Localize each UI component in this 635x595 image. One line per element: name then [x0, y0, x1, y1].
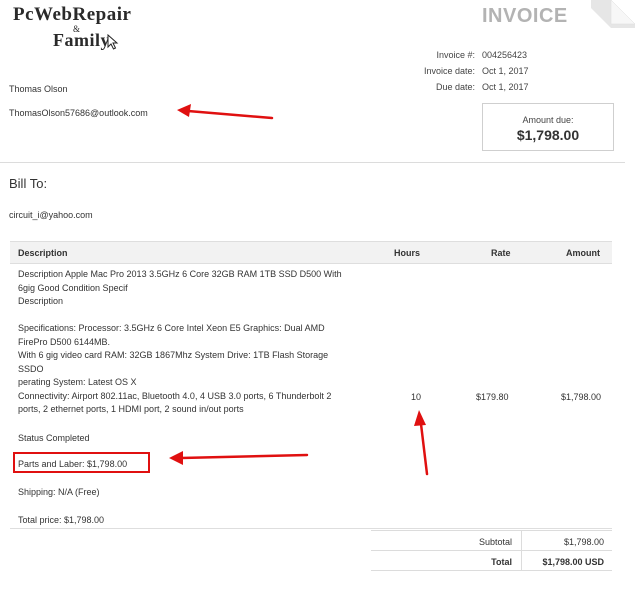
invoice-meta-labels: Invoice #: Invoice date: Due date: — [380, 47, 475, 95]
sender-email: ThomasOlson57686@outlook.com — [9, 108, 148, 118]
description-line: SSDO — [18, 363, 44, 374]
sender-name: Thomas Olson — [9, 84, 68, 94]
description-line: 6gig Good Condition Specif — [18, 282, 128, 293]
amount-due-box: Amount due: $1,798.00 — [482, 103, 614, 151]
invoice-date-label: Invoice date: — [423, 66, 475, 76]
item-amount: $1,798.00 — [561, 392, 602, 402]
description-line: ports, 2 ethernet ports, 1 HDMI port, 2 … — [18, 404, 244, 414]
invoice-date-value: Oct 1, 2017 — [482, 66, 529, 76]
parts-and-labor: Parts and Laber: $1,798.00 — [18, 459, 128, 469]
section-divider — [0, 162, 625, 163]
description-line: Description Apple Mac Pro 2013 3.5GHz 6 … — [18, 269, 342, 279]
item-status: Status Completed — [18, 433, 90, 443]
description-line: Connectivity: Airport 802.11ac, Bluetoot… — [18, 390, 332, 401]
company-logo: PcWebRepair & Family — [13, 4, 173, 56]
bill-to-heading: Bill To: — [9, 176, 48, 191]
item-hours: 10 — [411, 392, 422, 402]
subtotal-value: $1,798.00 — [563, 537, 604, 547]
invoice-meta-values: 004256423 Oct 1, 2017 Oct 1, 2017 — [482, 47, 582, 95]
invoice-title: INVOICE — [482, 5, 568, 27]
column-header-amount: Amount — [566, 248, 600, 258]
logo-line-1: PcWebRepair — [13, 4, 132, 25]
total-price-line: Total price: $1,798.00 — [18, 515, 105, 525]
column-header-description: Description — [18, 248, 68, 258]
due-date-value: Oct 1, 2017 — [482, 82, 529, 92]
items-table-bottom-border — [10, 528, 612, 529]
total-label: Total — [491, 557, 512, 567]
logo-line-2: Family — [53, 30, 110, 50]
bill-to-email: circuit_i@yahoo.com — [9, 210, 93, 220]
description-line: perating System: Latest OS X — [18, 377, 137, 387]
amount-due-value: $1,798.00 — [516, 127, 580, 143]
column-header-hours: Hours — [394, 248, 421, 258]
invoice-number-value: 004256423 — [482, 50, 528, 60]
total-row: Total $1,798.00 USD — [371, 551, 612, 571]
totals-column-separator — [521, 551, 522, 570]
shipping-line: Shipping: N/A (Free) — [18, 487, 100, 497]
description-line: Specifications: Processor: 3.5GHz 6 Core… — [18, 323, 325, 333]
totals-column-separator — [521, 531, 522, 550]
mouse-cursor-icon — [107, 34, 119, 50]
column-header-rate: Rate — [491, 248, 511, 258]
description-line: Description — [18, 296, 64, 306]
page-corner-fold — [591, 0, 635, 28]
description-line: With 6 gig video card RAM: 32GB 1867Mhz … — [18, 350, 329, 360]
red-arrow-email-icon — [177, 104, 274, 120]
items-table-header: Description Hours Rate Amount — [10, 241, 612, 264]
description-line: FirePro D500 6144MB. — [18, 336, 111, 347]
totals-table: Subtotal $1,798.00 Total $1,798.00 USD — [371, 530, 612, 571]
red-arrow-parts-icon — [169, 451, 309, 465]
total-value: $1,798.00 USD — [542, 557, 604, 567]
amount-due-label: Amount due: — [522, 115, 574, 125]
item-rate: $179.80 — [476, 392, 509, 402]
subtotal-label: Subtotal — [478, 537, 512, 547]
subtotal-row: Subtotal $1,798.00 — [371, 531, 612, 551]
due-date-label: Due date: — [435, 82, 475, 92]
red-arrow-hours-icon — [414, 410, 429, 476]
item-description: Description Apple Mac Pro 2013 3.5GHz 6 … — [18, 268, 378, 417]
invoice-number-label: Invoice #: — [436, 50, 475, 60]
